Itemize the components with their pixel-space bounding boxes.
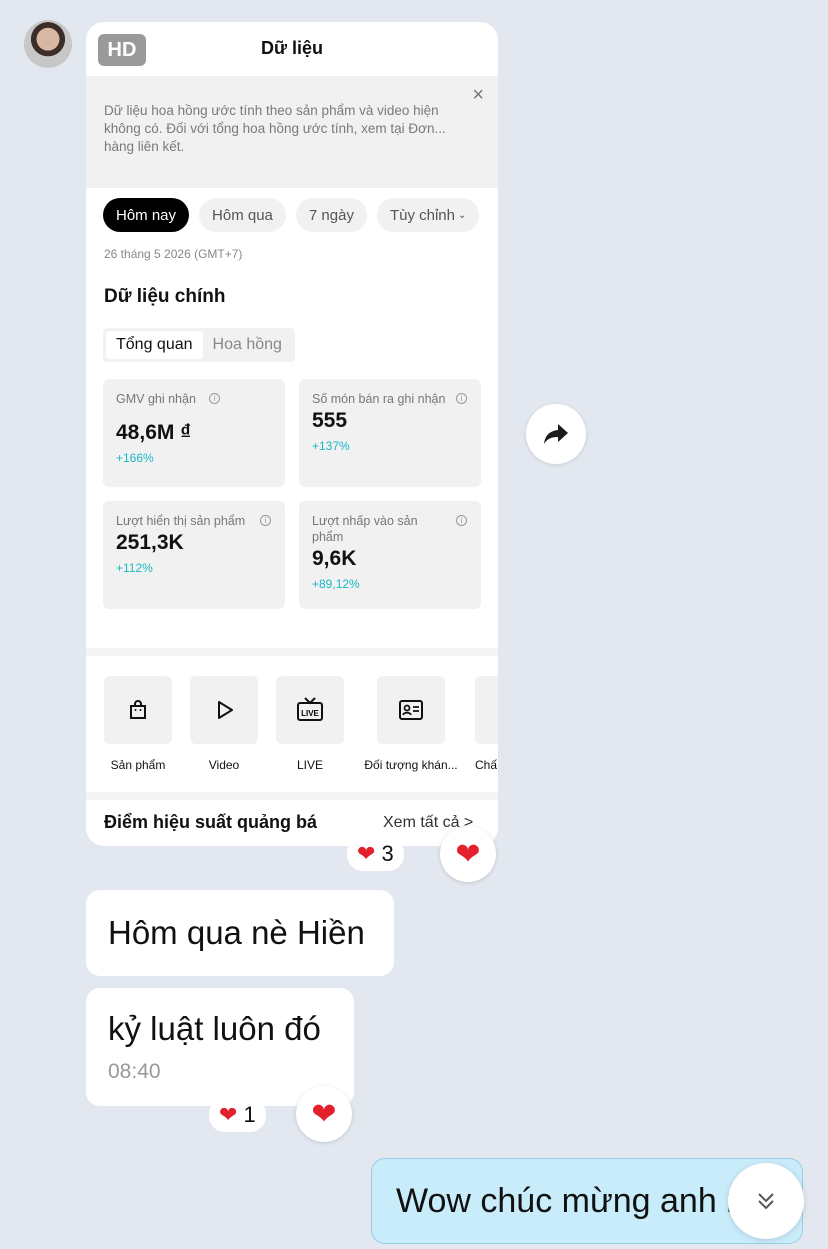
metric-value: 9,6K xyxy=(312,547,357,570)
message-text: kỷ luật luôn đó xyxy=(108,1010,321,1047)
tool-label: Sản phẩm xyxy=(110,758,166,772)
chip-custom[interactable]: Tùy chỉnh ⌄ xyxy=(376,198,480,232)
tool-label: Chấ xyxy=(475,758,498,772)
tool-more[interactable]: Chấ xyxy=(475,676,498,772)
section-title: Dữ liệu chính xyxy=(104,286,226,307)
segment-control: Tổng quan Hoa hồng xyxy=(103,328,295,362)
chip-custom-label: Tùy chỉnh xyxy=(389,206,455,224)
metric-label: Lượt nhấp vào sản phẩm xyxy=(312,514,418,544)
tool-live[interactable]: LIVE LIVE xyxy=(275,676,345,772)
svg-text:LIVE: LIVE xyxy=(301,709,319,718)
tool-products[interactable]: Sản phẩm xyxy=(103,676,173,772)
share-forward-icon[interactable] xyxy=(526,404,586,464)
message-text: Wow chúc mừng anh n xyxy=(396,1181,746,1220)
heart-icon: ❤ xyxy=(219,1102,238,1127)
metric-items-sold[interactable]: Số món bán ra ghi nhận i 555 +137% xyxy=(299,379,481,487)
heart-icon: ❤ xyxy=(455,837,481,871)
metric-label: GMV ghi nhận xyxy=(116,392,196,406)
reaction-count: 3 xyxy=(381,841,394,866)
scroll-down-button[interactable] xyxy=(728,1163,804,1239)
tool-label: LIVE xyxy=(296,758,323,772)
metric-value: 48,6M ₫ xyxy=(116,421,191,444)
metric-change: +137% xyxy=(312,439,350,453)
metric-value: 251,3K xyxy=(116,531,184,554)
close-icon[interactable]: × xyxy=(472,85,484,105)
message-time: 08:40 xyxy=(108,1060,161,1083)
shopping-bag-icon xyxy=(104,676,172,744)
message-text: Hôm qua nè Hiền xyxy=(108,914,365,951)
audience-card-icon xyxy=(377,676,445,744)
react-heart-button[interactable]: ❤ xyxy=(440,826,496,882)
notice-banner: Dữ liệu hoa hồng ước tính theo sản phẩm … xyxy=(86,76,498,188)
date-label: 26 tháng 5 2026 (GMT+7) xyxy=(104,247,243,261)
reaction-count: 1 xyxy=(243,1102,256,1127)
live-tv-icon: LIVE xyxy=(276,676,344,744)
metric-value: 555 xyxy=(312,409,348,432)
chevron-down-icon: ⌄ xyxy=(458,209,467,221)
play-icon xyxy=(190,676,258,744)
tool-audience[interactable]: Đối tượng khán... xyxy=(361,676,461,772)
message-bubble[interactable]: Hôm qua nè Hiền xyxy=(86,890,394,976)
heart-icon: ❤ xyxy=(311,1097,337,1131)
heart-icon: ❤ xyxy=(357,841,376,866)
metric-change: +89,12% xyxy=(312,577,360,591)
chip-yesterday[interactable]: Hôm qua xyxy=(199,198,286,232)
tab-commission[interactable]: Hoa hồng xyxy=(203,331,292,359)
chip-7-days[interactable]: 7 ngày xyxy=(295,198,367,232)
shared-screenshot-card[interactable]: HD Dữ liệu Dữ liệu hoa hồng ước tính the… xyxy=(86,22,498,846)
metric-clicks[interactable]: Lượt nhấp vào sản phẩm i 9,6K +89,12% xyxy=(299,501,481,609)
info-icon[interactable]: i xyxy=(209,393,220,404)
chip-today[interactable]: Hôm nay xyxy=(103,198,190,232)
metric-impressions[interactable]: Lượt hiển thị sản phẩm i 251,3K +112% xyxy=(103,501,285,609)
reaction-summary-card[interactable]: ❤ 3 xyxy=(347,837,404,871)
metric-label: Số món bán ra ghi nhận xyxy=(312,392,446,406)
divider xyxy=(86,648,498,656)
performance-title: Điểm hiệu suất quảng bá xyxy=(104,812,318,832)
tool-video[interactable]: Video xyxy=(189,676,259,772)
metric-gmv[interactable]: GMV ghi nhận i 48,6M ₫ +166% xyxy=(103,379,285,487)
info-icon[interactable]: i xyxy=(456,515,467,526)
notice-text: Dữ liệu hoa hồng ước tính theo sản phẩm … xyxy=(104,103,446,154)
metric-label: Lượt hiển thị sản phẩm xyxy=(116,514,246,528)
info-icon[interactable]: i xyxy=(456,393,467,404)
tool-label: Video xyxy=(208,758,240,772)
tool-label: Đối tượng khán... xyxy=(364,758,458,772)
card-title: Dữ liệu xyxy=(260,38,324,58)
info-icon[interactable]: i xyxy=(260,515,271,526)
tab-overview[interactable]: Tổng quan xyxy=(106,331,203,359)
react-heart-button[interactable]: ❤ xyxy=(296,1086,352,1142)
divider xyxy=(86,792,498,800)
double-chevron-down-icon xyxy=(758,1193,774,1210)
more-icon xyxy=(475,676,498,744)
date-filter-chips: Hôm nay Hôm qua 7 ngày Tùy chỉnh ⌄ xyxy=(103,198,480,232)
metric-change: +112% xyxy=(116,561,153,575)
metric-change: +166% xyxy=(116,451,154,465)
reaction-summary-message[interactable]: ❤ 1 xyxy=(209,1098,266,1132)
sender-avatar[interactable] xyxy=(24,20,72,68)
